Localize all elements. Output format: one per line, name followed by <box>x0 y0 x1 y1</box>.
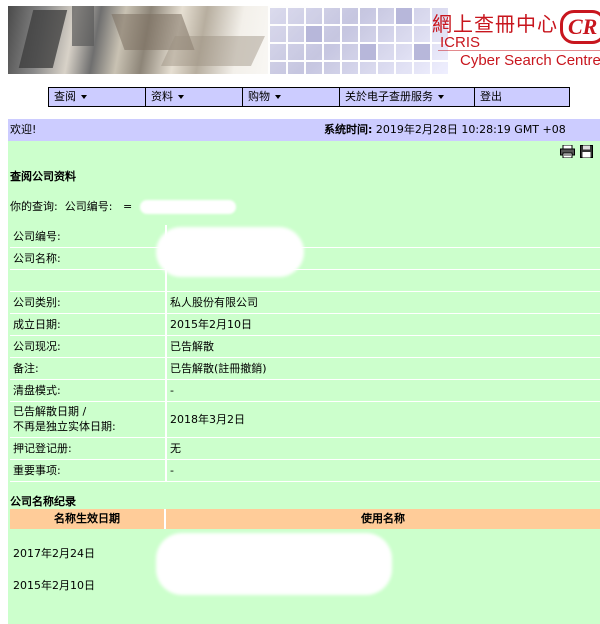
name-history-row-date: 2015年2月10日 <box>13 579 95 592</box>
nav-item-about-service[interactable]: 关於电子查册服务 <box>340 88 475 106</box>
detail-row-status: 公司现况: 已告解散 <box>10 335 600 358</box>
nav-item-search[interactable]: 查阅 <box>49 88 146 106</box>
banner-title-cyber-search: Cyber Search Centre <box>460 52 600 69</box>
redacted-company-number <box>139 200 236 214</box>
banner-title-chinese: 網上查冊中心 <box>432 12 558 36</box>
detail-row-name: 公司名称: <box>10 247 600 270</box>
content-area: 查阅公司资料 你的查询: 公司编号: = 公司编号: 公司名称: 公司类别: 私… <box>8 141 600 624</box>
detail-row-dissolution-date: 已告解散日期 / 不再是独立实体日期: 2018年3月2日 <box>10 401 600 438</box>
banner-title-icris: ICRIS <box>440 34 481 51</box>
query-line: 你的查询: 公司编号: = <box>10 198 236 214</box>
detail-row-remarks: 备注: 已告解散(註冊撤銷) <box>10 357 600 380</box>
cr-logo: CR <box>560 10 600 44</box>
name-history-row-date: 2017年2月24日 <box>13 547 95 560</box>
detail-row-type: 公司类别: 私人股份有限公司 <box>10 291 600 314</box>
printer-icon[interactable] <box>560 145 575 158</box>
welcome-text: 欢迎! <box>10 123 37 136</box>
detail-row-charges-register: 押记登记册: 无 <box>10 437 600 460</box>
dropdown-arrow-icon <box>438 95 444 99</box>
col-header-name-used: 使用名称 <box>361 512 405 525</box>
nav-item-info[interactable]: 资料 <box>146 88 243 106</box>
dropdown-arrow-icon <box>81 95 87 99</box>
nav-item-logout[interactable]: 登出 <box>475 88 569 106</box>
section-title-company: 查阅公司资料 <box>10 170 76 183</box>
detail-row-number: 公司编号: <box>10 225 600 248</box>
redacted-company-names <box>156 533 392 595</box>
floppy-disk-icon[interactable] <box>579 145 594 158</box>
company-details-table: 公司编号: 公司名称: 公司类别: 私人股份有限公司 成立日期: 2015年2月… <box>10 225 600 482</box>
system-time: 系统时间: 2019年2月28日 10:28:19 GMT +08 <box>324 119 566 141</box>
section-title-name-history: 公司名称纪录 <box>10 495 76 508</box>
detail-row-spacer <box>10 269 600 292</box>
query-operator: = <box>122 200 133 213</box>
site-banner: 網上查冊中心 ICRIS Cyber Search Centre CR <box>8 6 600 74</box>
system-time-label: 系统时间: <box>324 123 373 136</box>
toolbar-icons <box>560 145 594 158</box>
system-time-value: 2019年2月28日 10:28:19 GMT +08 <box>375 123 566 136</box>
name-history-header: 名称生效日期 使用名称 <box>10 509 600 529</box>
welcome-bar: 欢迎! 系统时间: 2019年2月28日 10:28:19 GMT +08 <box>8 119 600 141</box>
detail-row-incorporation-date: 成立日期: 2015年2月10日 <box>10 313 600 336</box>
dropdown-arrow-icon <box>275 95 281 99</box>
main-nav: 查阅 资料 购物 关於电子查册服务 登出 <box>48 87 570 107</box>
col-header-effective-date: 名称生效日期 <box>10 509 166 529</box>
detail-row-winding-up-mode: 清盘模式: - <box>10 379 600 402</box>
query-field: 公司编号: <box>64 200 113 213</box>
banner-grid-decoration <box>268 6 448 74</box>
banner-photo <box>8 6 308 74</box>
query-label: 你的查询: <box>10 200 58 213</box>
nav-item-shopping[interactable]: 购物 <box>243 88 340 106</box>
dropdown-arrow-icon <box>178 95 184 99</box>
redacted-company-name <box>156 227 304 277</box>
detail-row-important-notes: 重要事项: - <box>10 459 600 482</box>
